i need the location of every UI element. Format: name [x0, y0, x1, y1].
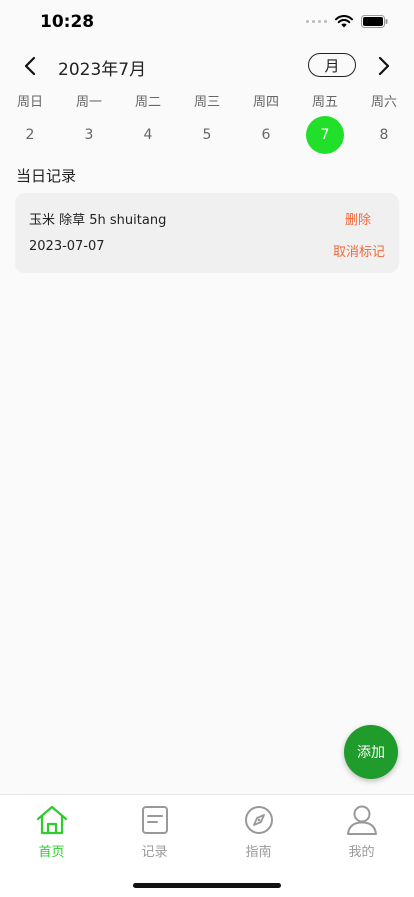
chevron-left-icon [24, 56, 36, 76]
day-name: 周日 [16, 95, 43, 110]
day-name: 周四 [252, 95, 279, 110]
record-date: 2023-07-07 [29, 239, 105, 254]
day-number: 6 [261, 127, 271, 143]
unmark-record-button[interactable]: 取消标记 [333, 241, 385, 260]
day-thursday[interactable]: 周四 6 [246, 92, 286, 154]
day-monday[interactable]: 周一 3 [69, 92, 109, 154]
tab-label: 指南 [245, 845, 272, 860]
home-icon [35, 803, 69, 837]
battery-icon [361, 15, 388, 28]
wifi-icon [335, 15, 353, 28]
day-name: 周六 [370, 95, 397, 110]
compass-icon [242, 803, 276, 837]
calendar-header: 2023年7月 月 [0, 46, 414, 86]
day-number: 3 [84, 127, 94, 143]
day-wednesday[interactable]: 周三 5 [187, 92, 227, 154]
day-number: 4 [143, 127, 153, 143]
prev-month-button[interactable] [16, 52, 44, 80]
day-sunday[interactable]: 周日 2 [10, 92, 50, 154]
day-name: 周三 [193, 95, 220, 110]
tab-label: 首页 [38, 845, 65, 860]
tab-profile[interactable]: 我的 [310, 803, 413, 860]
tab-guide[interactable]: 指南 [207, 803, 310, 860]
tab-bar: 首页 记录 指南 我的 [0, 794, 414, 897]
notes-icon [138, 803, 172, 837]
status-icons [306, 15, 388, 28]
week-strip: 周日 2 周一 3 周二 4 周三 5 周四 6 周五 7 周六 8 [0, 92, 414, 156]
day-number: 8 [379, 127, 389, 143]
tab-label: 我的 [348, 845, 375, 860]
day-saturday[interactable]: 周六 8 [364, 92, 404, 154]
month-title: 2023年7月 [58, 60, 147, 80]
chevron-right-icon [378, 56, 390, 76]
month-view-toggle[interactable]: 月 [308, 53, 356, 77]
tab-home[interactable]: 首页 [0, 803, 103, 860]
record-card[interactable]: 玉米 除草 5h shuitang 2023-07-07 删除 取消标记 [15, 193, 399, 273]
record-title: 玉米 除草 5h shuitang [29, 213, 167, 228]
status-time: 10:28 [40, 12, 95, 32]
selected-day-number: 7 [306, 116, 344, 154]
status-bar: 10:28 [0, 0, 414, 46]
next-month-button[interactable] [370, 52, 398, 80]
day-name: 周五 [311, 95, 338, 110]
delete-record-button[interactable]: 删除 [345, 209, 371, 228]
signal-dots-icon [306, 20, 327, 23]
home-indicator [133, 883, 281, 888]
day-number: 2 [25, 127, 35, 143]
tab-label: 记录 [141, 845, 168, 860]
day-tuesday[interactable]: 周二 4 [128, 92, 168, 154]
day-friday[interactable]: 周五 7 [305, 92, 345, 154]
day-name: 周二 [134, 95, 161, 110]
user-icon [345, 803, 379, 837]
day-number: 5 [202, 127, 212, 143]
tab-records[interactable]: 记录 [103, 803, 206, 860]
day-name: 周一 [75, 95, 102, 110]
section-title: 当日记录 [16, 167, 77, 185]
add-record-button[interactable]: 添加 [344, 725, 398, 779]
